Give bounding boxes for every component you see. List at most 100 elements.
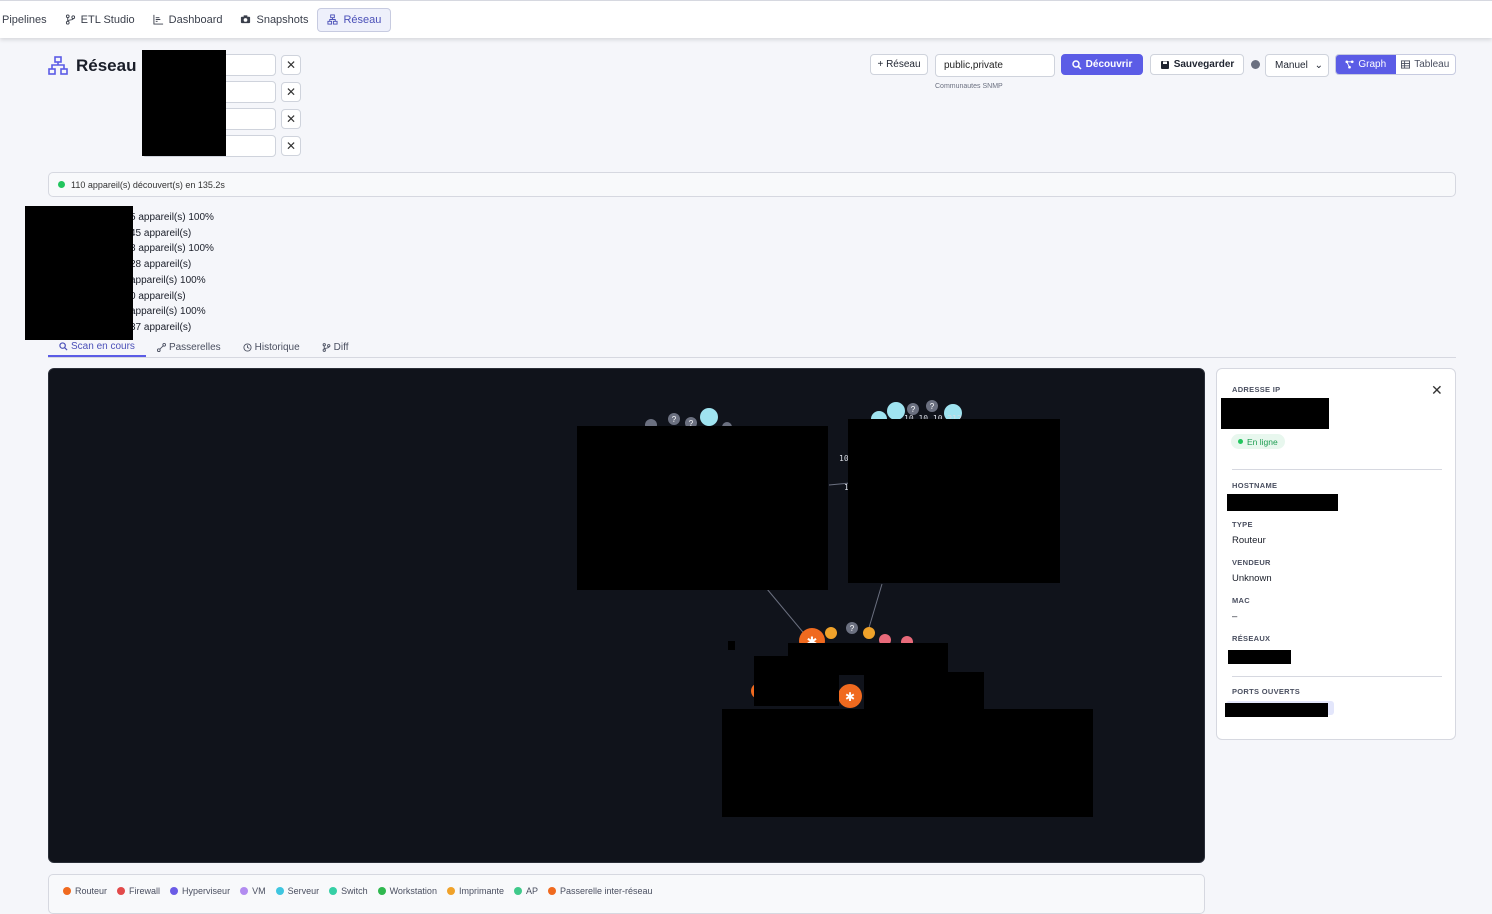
scan-mode-select[interactable]: Manuel ⌄ (1265, 54, 1329, 77)
printer-node[interactable] (863, 627, 875, 639)
network-icon (327, 14, 339, 25)
search-icon (59, 341, 68, 351)
tab-diff[interactable]: Diff (311, 337, 360, 357)
view-toggle: Graph Tableau (1335, 54, 1456, 75)
discovery-status-text: 110 appareil(s) découvert(s) en 135.2s (71, 179, 225, 190)
graph-edge (867, 583, 883, 632)
legend-item: AP (513, 886, 538, 896)
scan-mode-value: Manuel (1275, 60, 1308, 71)
discovery-status-bar: 110 appareil(s) découvert(s) en 135.2s (48, 172, 1456, 197)
table-icon (1401, 60, 1411, 69)
nav-pipelines-label: Pipelines (2, 13, 47, 26)
snmp-community-input[interactable] (935, 54, 1055, 77)
status-badge-label: En ligne (1247, 436, 1278, 447)
device-type-legend: Routeur Firewall Hyperviseur VM Serveur … (48, 874, 1205, 914)
type-label: TYPE (1232, 520, 1253, 529)
branch-icon (322, 342, 331, 352)
nav-item-snapshots[interactable]: Snapshots (231, 8, 317, 32)
network-graph[interactable]: ? ? ? ? 10.10.10.212 10 1 ✱ ? ✱ (48, 368, 1205, 863)
redacted-block (754, 656, 839, 706)
snmp-help-text: Communautes SNMP (935, 83, 1003, 90)
vendor-label: VENDEUR (1232, 558, 1271, 567)
view-table-button[interactable]: Tableau (1396, 55, 1456, 74)
remove-range-button[interactable]: ✕ (281, 109, 301, 129)
legend-item: Workstation (377, 886, 437, 896)
nav-etl-label: ETL Studio (80, 13, 135, 26)
legend-item: Routeur (63, 886, 107, 896)
scan-result-item: 8 appareil(s) 100% (130, 243, 214, 255)
legend-swatch (446, 887, 455, 895)
redacted-block (1227, 494, 1338, 511)
nav-item-etl-studio[interactable]: ETL Studio (56, 8, 144, 32)
status-dot (1238, 439, 1243, 444)
save-label: Sauvegarder (1173, 59, 1235, 70)
remove-range-button[interactable]: ✕ (281, 82, 301, 102)
scan-result-item: 37 appareil(s) (130, 321, 192, 333)
nav-dashboard-label: Dashboard (168, 13, 223, 26)
legend-item: Firewall (117, 886, 160, 896)
tab-scan-en-cours[interactable]: Scan en cours (48, 337, 146, 357)
view-table-label: Tableau (1414, 59, 1450, 70)
save-button[interactable]: Sauvegarder (1150, 54, 1244, 75)
printer-node[interactable] (825, 627, 837, 639)
router-node-glyph: ✱ (845, 690, 855, 704)
unknown-node-glyph: ? (930, 402, 935, 411)
discover-button[interactable]: Découvrir (1061, 54, 1143, 75)
legend-label: Serveur (287, 886, 320, 896)
server-node[interactable] (887, 402, 905, 420)
discover-label: Découvrir (1085, 59, 1133, 70)
redacted-block (864, 672, 984, 710)
legend-label: AP (525, 886, 538, 896)
branch-icon (65, 14, 75, 25)
nav-reseau-label: Réseau (343, 13, 382, 26)
nav-item-reseau[interactable]: Réseau (317, 7, 392, 32)
history-icon (243, 342, 252, 352)
save-icon (1160, 60, 1169, 69)
scan-result-item: 45 appareil(s) (130, 227, 192, 239)
legend-swatch (329, 887, 338, 895)
server-node[interactable] (700, 408, 718, 426)
legend-swatch (170, 887, 179, 895)
mac-value: – (1232, 611, 1238, 622)
legend-label: Imprimante (458, 886, 504, 896)
add-network-button[interactable]: + Réseau (870, 54, 928, 75)
legend-item: Serveur (275, 886, 320, 896)
tab-label: Passerelles (168, 341, 221, 353)
legend-label: Hyperviseur (182, 886, 231, 896)
graph-icon (1345, 60, 1354, 69)
device-detail-panel: ADRESSE IP ✕ En ligne HOSTNAME TYPE Rout… (1216, 368, 1456, 740)
remove-range-button[interactable]: ✕ (281, 136, 301, 156)
chevron-down-icon: ⌄ (1314, 60, 1323, 71)
nav-item-dashboard[interactable]: Dashboard (144, 8, 232, 32)
tab-passerelles[interactable]: Passerelles (146, 337, 232, 357)
redacted-block (577, 426, 828, 590)
legend-item: Imprimante (446, 886, 504, 896)
hostname-label: HOSTNAME (1232, 481, 1278, 490)
route-icon (156, 342, 166, 352)
remove-range-button[interactable]: ✕ (281, 55, 301, 75)
view-graph-label: Graph (1358, 59, 1387, 70)
unknown-node-glyph: ? (911, 405, 916, 414)
unknown-node-glyph: ? (672, 415, 677, 424)
scan-result-item: appareil(s) 100% (130, 306, 206, 318)
tab-historique[interactable]: Historique (232, 337, 311, 357)
legend-swatch (275, 887, 284, 895)
unknown-node-glyph: ? (850, 624, 855, 633)
close-panel-button[interactable]: ✕ (1431, 382, 1443, 399)
divider (1232, 676, 1442, 677)
scan-result-item: 0 appareil(s) (130, 290, 186, 302)
mac-label: MAC (1232, 596, 1250, 605)
redacted-block (848, 419, 1060, 583)
legend-label: Passerelle inter-réseau (559, 886, 653, 896)
legend-item: Switch (329, 886, 368, 896)
legend-label: Workstation (389, 886, 437, 896)
tab-label: Historique (254, 341, 300, 353)
nav-item-pipelines[interactable]: Pipelines (0, 8, 56, 32)
redacted-block (1228, 650, 1291, 664)
page-title: Réseau (76, 56, 137, 75)
legend-label: Firewall (129, 886, 161, 896)
legend-label: VM (252, 886, 266, 896)
graph-edge (766, 588, 808, 638)
view-graph-button[interactable]: Graph (1336, 55, 1396, 74)
page-header: Réseau (48, 56, 136, 76)
